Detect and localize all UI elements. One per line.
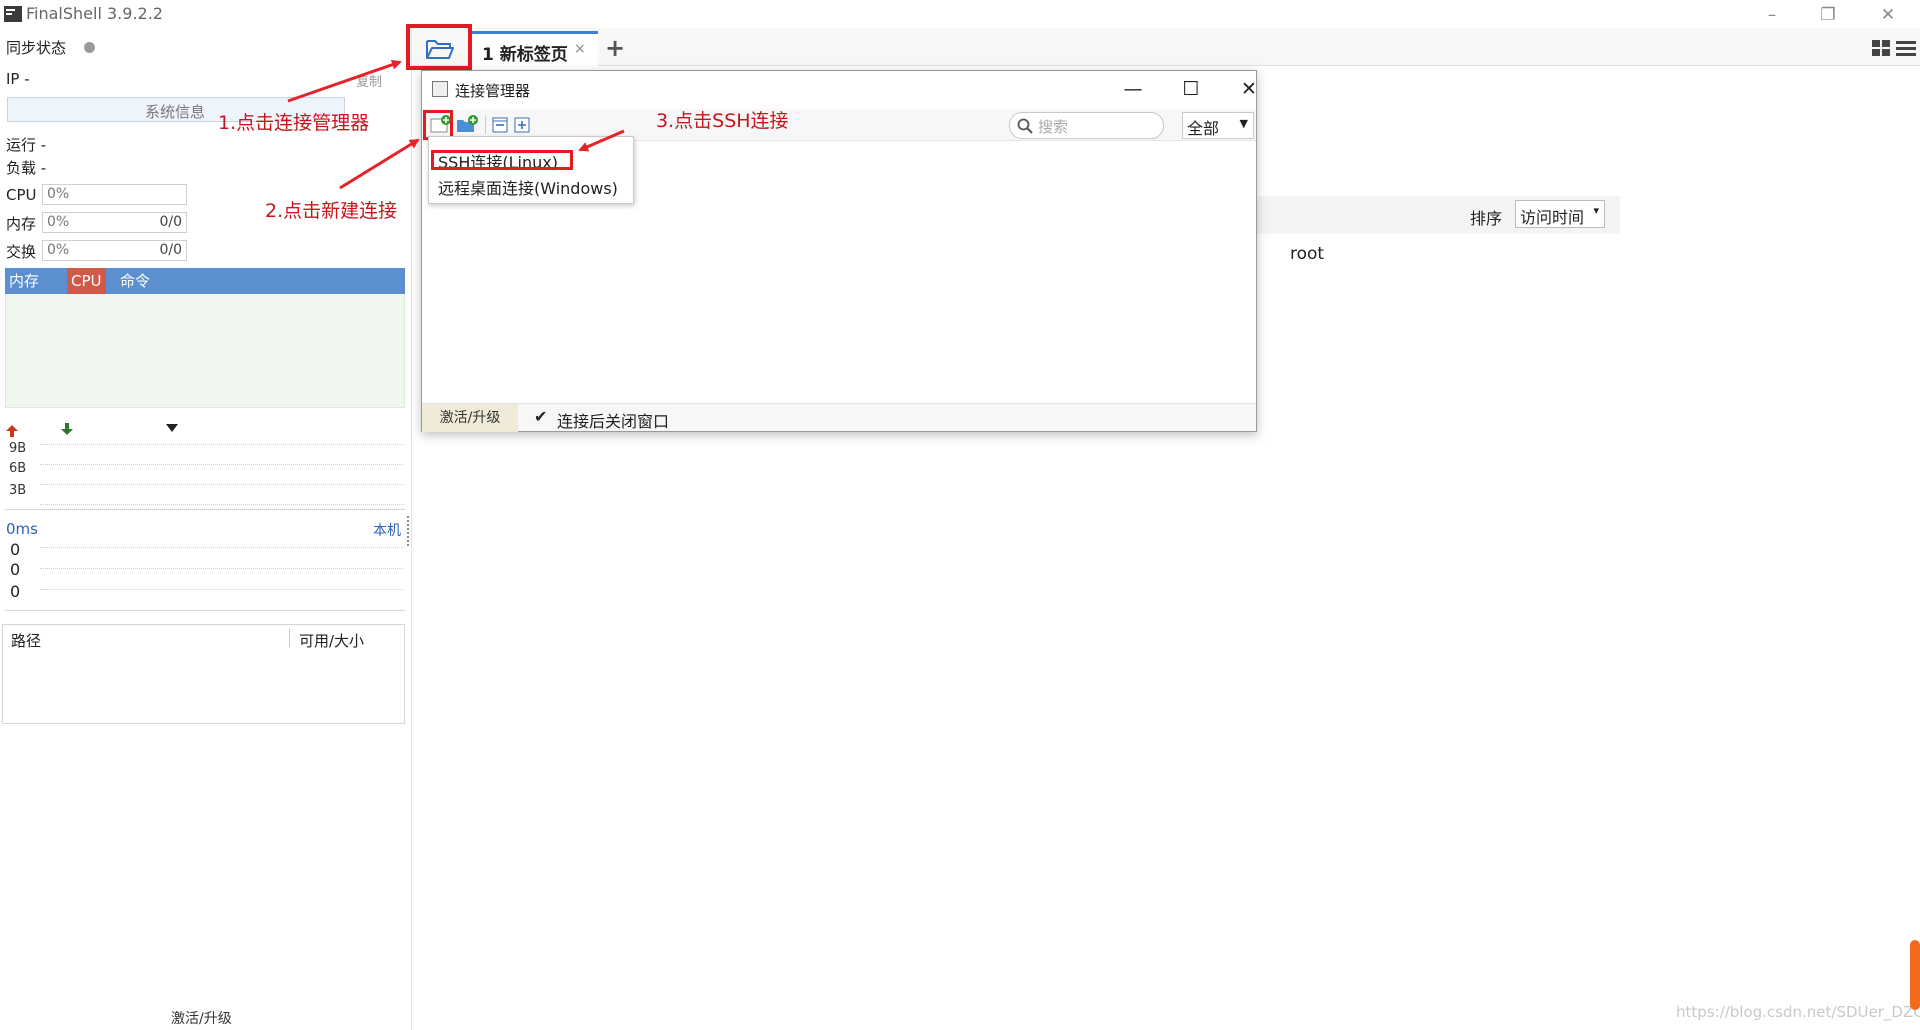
tab-close-icon[interactable]: × [574,41,586,57]
graph-area [5,294,405,408]
connection-manager-dialog: 连接管理器 — ☐ ✕ 搜索 全部 ▼ 激活/升级 ✔ 连接后关闭窗口 [421,70,1257,432]
tab-bar [413,28,1920,66]
cpu-meter: 0% [42,184,187,205]
sysinfo-label: 系统信息 [145,103,206,121]
dialog-close-button[interactable]: ✕ [1224,75,1274,103]
dialog-title: 连接管理器 [455,82,531,100]
divider [5,610,405,611]
ping-value: 0 [10,540,21,559]
dialog-minimize-button[interactable]: — [1108,75,1158,103]
ssh-item-highlight [431,150,573,170]
ping-value: 0 [10,560,21,579]
restore-button[interactable]: ❐ [1808,4,1848,26]
search-placeholder: 搜索 [1038,118,1069,136]
net-gridline [40,464,404,465]
net-level-label: 3B [9,483,27,498]
ip-label: IP - [6,70,30,88]
layout-switch-icon[interactable] [1872,38,1916,60]
sort-label: 排序 [1470,209,1503,228]
scrollbar-thumb[interactable] [1910,940,1920,1010]
sync-status-label: 同步状态 [6,39,67,57]
search-input[interactable]: 搜索 [1009,112,1164,139]
net-gridline [40,484,404,485]
copy-button[interactable]: 复制 [356,71,382,90]
sort-select[interactable]: 访问时间 ▾ [1515,200,1605,228]
swap-value: 0% [47,242,70,258]
filter-value: 全部 [1187,119,1220,138]
path-column-header[interactable]: 路径 [11,630,41,651]
net-gridline [40,444,404,445]
chevron-down-icon: ▼ [1239,117,1248,130]
download-arrow-icon [61,423,73,435]
ping-gridline [40,589,404,590]
net-gridline [40,504,404,505]
mem-label: 内存 [6,215,37,233]
sync-status-icon [84,42,95,53]
ping-label: 0ms [6,520,38,538]
size-column-header[interactable]: 可用/大小 [299,630,364,651]
expand-all-icon[interactable] [514,117,530,133]
minimize-button[interactable]: – [1752,4,1792,26]
annotation-step1: 1.点击连接管理器 [218,112,370,134]
swap-meter: 0% 0/0 [42,240,187,261]
graph-tab-cmd[interactable]: 命令 [116,268,154,294]
sort-bar: 排序 访问时间 ▾ [1254,196,1620,234]
cpu-label: CPU [6,186,37,204]
menu-item-rdp[interactable]: 远程桌面连接(Windows) [438,175,618,199]
left-upgrade-link[interactable]: 激活/升级 [171,1008,232,1028]
upload-arrow-icon [6,425,18,437]
watermark: https://blog.csdn.net/SDUer_DZG [1676,1003,1920,1021]
net-level-label: 9B [9,441,27,456]
host-label[interactable]: 本机 [373,520,401,540]
net-level-label: 6B [9,461,27,476]
title-bar: FinalShell 3.9.2.2 – ❐ ✕ [0,0,1920,28]
swap-ratio: 0/0 [159,242,182,258]
ping-gridline [40,547,404,548]
mem-value: 0% [47,214,70,230]
close-button[interactable]: ✕ [1868,4,1908,26]
tab-label: 1 新标签页 [482,45,568,65]
column-divider [289,629,290,647]
net-interface-dropdown-icon[interactable] [166,424,178,432]
file-system-table: 路径 可用/大小 [2,624,405,724]
swap-label: 交换 [6,243,37,261]
close-after-connect-checkbox[interactable]: ✔ [534,409,548,425]
collapse-all-icon[interactable] [492,117,508,133]
left-panel: 同步状态 IP - 复制 系统信息 运行 - 负载 - CPU 0% 内存 0%… [0,28,412,1030]
close-after-connect-label: 连接后关闭窗口 [557,412,670,431]
filter-select[interactable]: 全部 ▼ [1182,112,1254,139]
sort-value: 访问时间 [1520,208,1585,227]
connection-manager-highlight [406,24,472,70]
load-label: 负载 - [6,159,47,177]
ping-value: 0 [10,582,21,601]
app-title: FinalShell 3.9.2.2 [26,4,163,23]
panel-splitter-handle[interactable] [407,516,409,546]
new-connection-menu: SSH连接(Linux) 远程桌面连接(Windows) [428,136,634,204]
dialog-app-icon [432,81,448,97]
cpu-value: 0% [47,186,70,202]
search-icon [1017,118,1033,134]
toolbar-separator [485,116,486,134]
connection-item-root[interactable]: root [1290,244,1324,264]
annotation-step2: 2.点击新建连接 [265,200,398,222]
graph-tab-mem[interactable]: 内存 [5,268,43,294]
dialog-upgrade-link[interactable]: 激活/升级 [422,404,518,432]
run-label: 运行 - [6,136,47,154]
divider [5,509,405,510]
graph-tab-cpu[interactable]: CPU [67,268,106,294]
annotation-step3: 3.点击SSH连接 [656,110,789,132]
graph-tabs: 内存 CPU 命令 [5,268,405,294]
ping-gridline [40,568,404,569]
new-folder-icon[interactable] [456,115,478,133]
app-logo-icon [4,6,22,22]
add-tab-button[interactable]: + [605,34,625,62]
tab-new-page[interactable]: 1 新标签页 × [472,31,598,66]
mem-ratio: 0/0 [159,214,182,230]
dialog-footer: 激活/升级 ✔ 连接后关闭窗口 [422,403,1256,432]
chevron-down-icon: ▾ [1593,204,1599,217]
dialog-maximize-button[interactable]: ☐ [1166,75,1216,103]
mem-meter: 0% 0/0 [42,212,187,233]
